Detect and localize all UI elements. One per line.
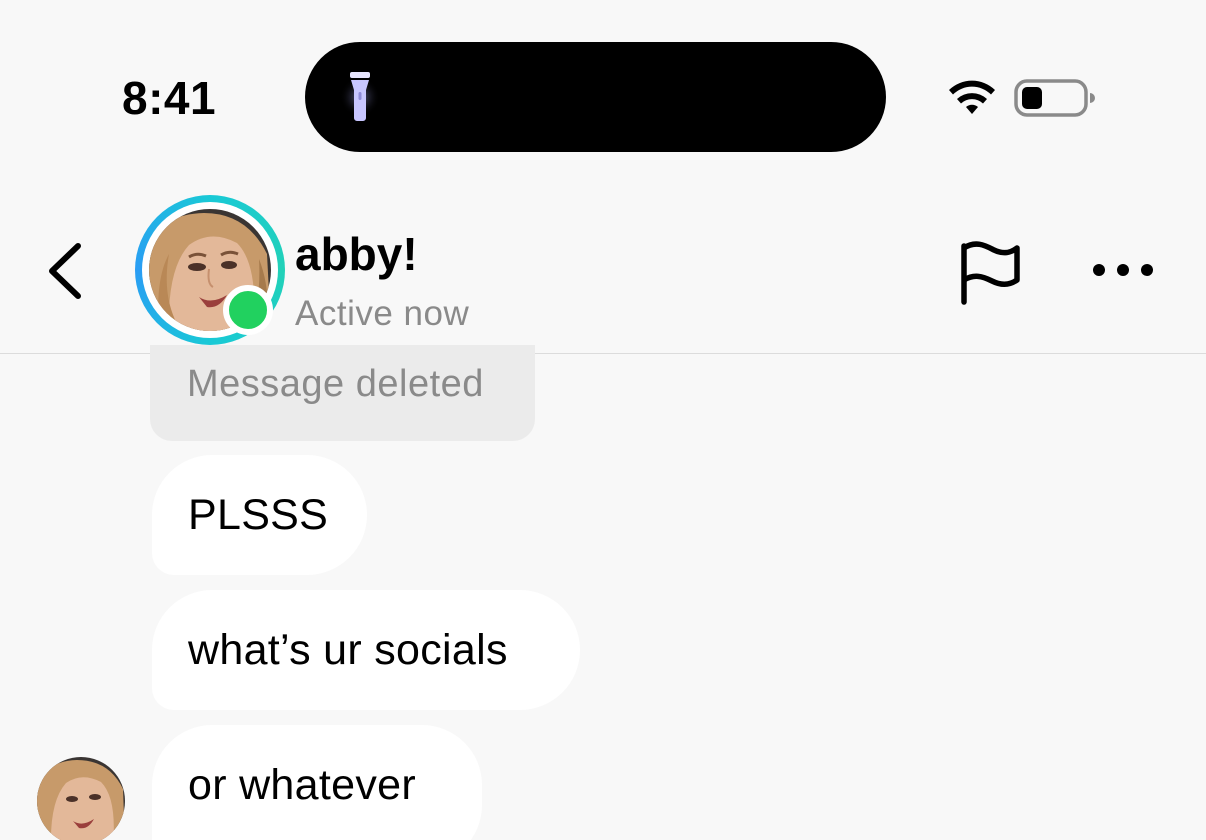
more-options-icon[interactable]	[1090, 250, 1156, 290]
message-bubble[interactable]: or whatever	[152, 725, 482, 840]
status-time: 8:41	[122, 72, 217, 124]
sender-avatar-photo	[37, 757, 125, 840]
dynamic-island	[305, 42, 886, 152]
message-deleted: Message deleted	[150, 345, 535, 441]
online-indicator	[223, 285, 273, 335]
sender-avatar[interactable]	[37, 757, 125, 840]
message-bubble[interactable]: PLSSS	[152, 455, 367, 575]
flag-icon[interactable]	[954, 238, 1024, 306]
message-bubble[interactable]: what’s ur socials	[152, 590, 580, 710]
chat-header: abby! Active now	[0, 190, 1206, 354]
contact-name[interactable]: abby!	[295, 228, 418, 280]
chat-screen: 8:41 abby! Active now Message deleted PL…	[0, 0, 1206, 840]
contact-status: Active now	[295, 294, 470, 333]
back-button[interactable]	[38, 240, 94, 302]
wifi-icon	[949, 80, 995, 114]
flashlight-icon	[340, 72, 380, 121]
status-icons	[949, 79, 1095, 117]
battery-icon	[1014, 79, 1095, 117]
